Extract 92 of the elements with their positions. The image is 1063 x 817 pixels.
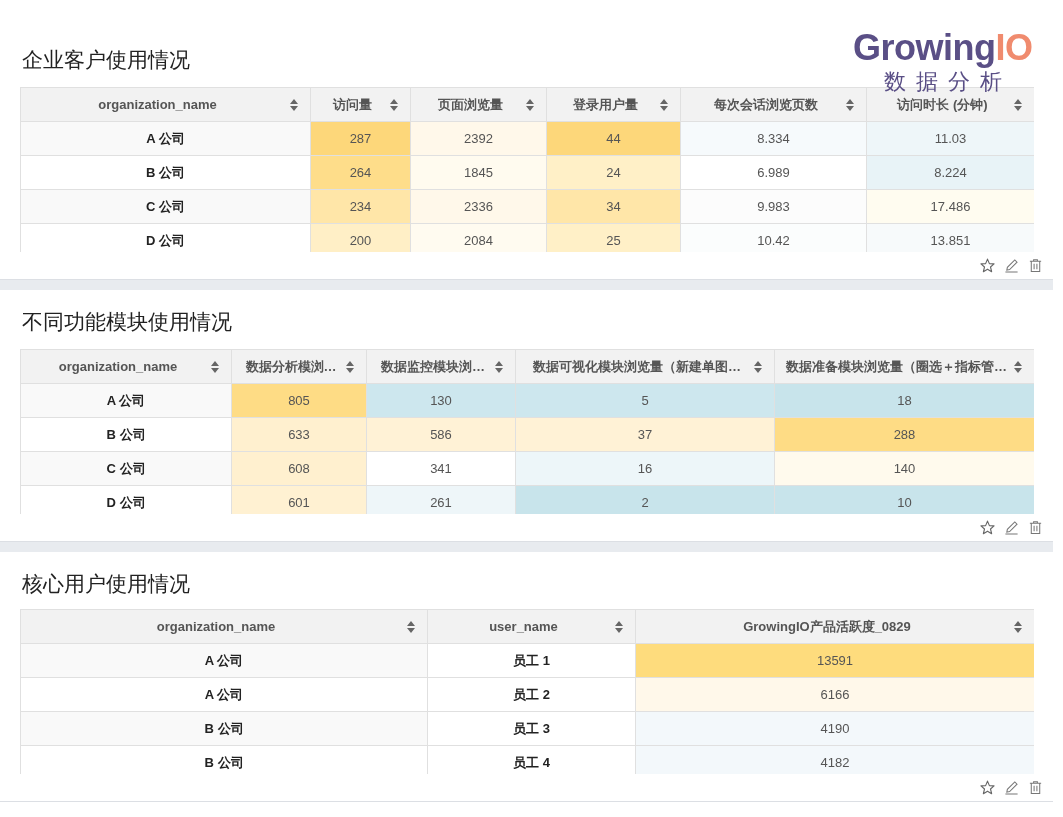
table-cell: 200	[311, 224, 411, 252]
sort-icon[interactable]	[1014, 361, 1022, 373]
sort-icon[interactable]	[754, 361, 762, 373]
table-cell: 264	[311, 156, 411, 190]
table-cell: 37	[516, 418, 775, 452]
column-header[interactable]: GrowingIO产品活跃度_0829	[636, 609, 1034, 644]
delete-icon[interactable]	[1028, 520, 1043, 535]
column-header[interactable]: 数据准备模块浏览量（圈选＋指标管…	[775, 349, 1034, 384]
table-cell: 员工 2	[428, 678, 636, 712]
column-header[interactable]: 访问量	[311, 87, 411, 122]
table-cell: 8.224	[867, 156, 1034, 190]
column-header[interactable]: 页面浏览量	[411, 87, 547, 122]
sort-icon[interactable]	[615, 621, 623, 633]
column-header[interactable]: 数据可视化模块浏览量（新建单图…	[516, 349, 775, 384]
table-cell: 341	[367, 452, 516, 486]
table-cell: A 公司	[21, 122, 311, 156]
edit-icon[interactable]	[1004, 520, 1019, 535]
table-cell: 10.42	[681, 224, 867, 252]
table-cell: 2336	[411, 190, 547, 224]
table-cell: A 公司	[21, 678, 428, 712]
sort-icon[interactable]	[290, 99, 298, 111]
table-cell: C 公司	[21, 452, 232, 486]
sort-icon[interactable]	[211, 361, 219, 373]
table-cell: 13.851	[867, 224, 1034, 252]
table-cell: 633	[232, 418, 367, 452]
table-cell: 16	[516, 452, 775, 486]
table-cell: B 公司	[21, 156, 311, 190]
table-cell: 140	[775, 452, 1034, 486]
table-cell: 18	[775, 384, 1034, 418]
table-cell: 805	[232, 384, 367, 418]
table-cell: 1845	[411, 156, 547, 190]
column-header[interactable]: 登录用户量	[547, 87, 681, 122]
logo-wordmark: GrowingIO	[853, 28, 1033, 68]
table-cell: 2084	[411, 224, 547, 252]
edit-icon[interactable]	[1004, 258, 1019, 273]
table-cell: 288	[775, 418, 1034, 452]
column-header[interactable]: 每次会话浏览页数	[681, 87, 867, 122]
section-title: 不同功能模块使用情况	[22, 309, 232, 335]
star-icon[interactable]	[980, 258, 995, 273]
sort-icon[interactable]	[390, 99, 398, 111]
table-cell: C 公司	[21, 190, 311, 224]
table-cell: 6.989	[681, 156, 867, 190]
column-header[interactable]: organization_name	[21, 349, 232, 384]
table-cell: 25	[547, 224, 681, 252]
sort-icon[interactable]	[1014, 99, 1022, 111]
table-cell: 11.03	[867, 122, 1034, 156]
sort-icon[interactable]	[526, 99, 534, 111]
column-header[interactable]: organization_name	[21, 87, 311, 122]
table-cell: B 公司	[21, 712, 428, 746]
column-header[interactable]: 数据分析模浏…	[232, 349, 367, 384]
table-cell: 10	[775, 486, 1034, 514]
table-cell: 8.334	[681, 122, 867, 156]
section-title: 企业客户使用情况	[22, 47, 190, 73]
table-cell: 17.486	[867, 190, 1034, 224]
table-cell: 234	[311, 190, 411, 224]
table-cell: 5	[516, 384, 775, 418]
column-header[interactable]: 数据监控模块浏…	[367, 349, 516, 384]
table-cell: 34	[547, 190, 681, 224]
table-cell: A 公司	[21, 644, 428, 678]
section-title: 核心用户使用情况	[22, 571, 190, 597]
table-cell: 261	[367, 486, 516, 514]
table-cell: A 公司	[21, 384, 232, 418]
table-cell: 130	[367, 384, 516, 418]
table-cell: 287	[311, 122, 411, 156]
column-header[interactable]: user_name	[428, 609, 636, 644]
table-cell: 44	[547, 122, 681, 156]
table-cell: 2	[516, 486, 775, 514]
delete-icon[interactable]	[1028, 258, 1043, 273]
table-cell: 586	[367, 418, 516, 452]
table-cell: 员工 1	[428, 644, 636, 678]
sort-icon[interactable]	[1014, 621, 1022, 633]
table-cell: 6166	[636, 678, 1034, 712]
table-cell: 601	[232, 486, 367, 514]
table-cell: 13591	[636, 644, 1034, 678]
column-header[interactable]: organization_name	[21, 609, 428, 644]
sort-icon[interactable]	[846, 99, 854, 111]
table-cell: 9.983	[681, 190, 867, 224]
table-cell: B 公司	[21, 418, 232, 452]
edit-icon[interactable]	[1004, 780, 1019, 795]
table-cell: 608	[232, 452, 367, 486]
sort-icon[interactable]	[407, 621, 415, 633]
table-cell: 24	[547, 156, 681, 190]
sort-icon[interactable]	[495, 361, 503, 373]
sort-icon[interactable]	[660, 99, 668, 111]
delete-icon[interactable]	[1028, 780, 1043, 795]
star-icon[interactable]	[980, 780, 995, 795]
table-cell: 4190	[636, 712, 1034, 746]
table-cell: 4182	[636, 746, 1034, 774]
sort-icon[interactable]	[346, 361, 354, 373]
table-cell: 员工 3	[428, 712, 636, 746]
star-icon[interactable]	[980, 520, 995, 535]
table-cell: 2392	[411, 122, 547, 156]
